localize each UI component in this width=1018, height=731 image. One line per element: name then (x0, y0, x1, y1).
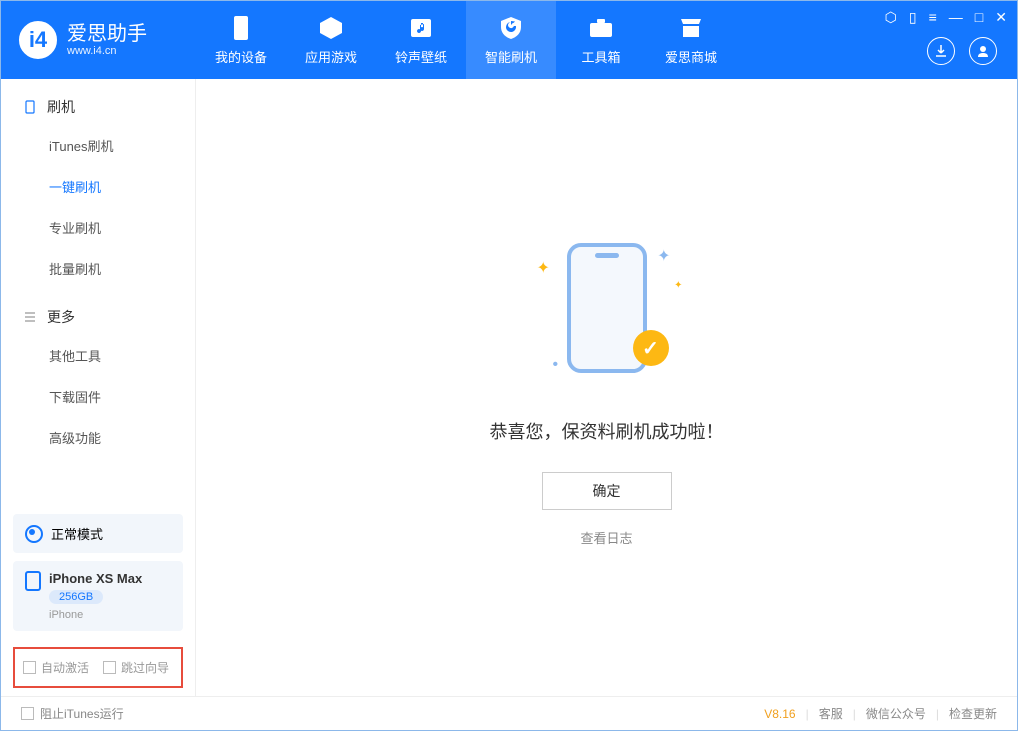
version-label: V8.16 (764, 707, 795, 721)
close-icon[interactable]: ✕ (995, 9, 1007, 26)
footer: 阻止iTunes运行 V8.16 | 客服 | 微信公众号 | 检查更新 (1, 696, 1017, 730)
main-content: ✦ ✦ • ✦ ✓ 恭喜您，保资料刷机成功啦！ 确定 查看日志 (196, 79, 1017, 696)
phone-icon (23, 100, 37, 114)
cube-icon (318, 15, 344, 41)
device-icon (228, 15, 254, 41)
shirt-icon[interactable]: ⬡ (885, 9, 897, 26)
nav-my-device[interactable]: 我的设备 (196, 1, 286, 79)
checkbox-icon (103, 661, 116, 674)
success-message: 恭喜您，保资料刷机成功啦！ (490, 418, 724, 444)
download-button[interactable] (927, 37, 955, 65)
nav-apps[interactable]: 应用游戏 (286, 1, 376, 79)
menu-icon[interactable]: ≡ (929, 9, 937, 26)
footer-link-wechat[interactable]: 微信公众号 (866, 705, 926, 722)
checkbox-block-itunes[interactable]: 阻止iTunes运行 (21, 705, 124, 722)
nav-label: 智能刷机 (485, 47, 537, 66)
device-name: iPhone XS Max (49, 571, 142, 586)
device-type: iPhone (49, 609, 142, 621)
nav-flash[interactable]: 智能刷机 (466, 1, 556, 79)
sidebar-header-more[interactable]: 更多 (1, 307, 195, 327)
user-icon (976, 44, 990, 58)
mode-label: 正常模式 (51, 524, 103, 543)
sidebar-item-other-tools[interactable]: 其他工具 (1, 335, 195, 376)
music-folder-icon (408, 15, 434, 41)
book-icon[interactable]: ▯ (909, 9, 917, 26)
logo-subtitle: www.i4.cn (67, 45, 147, 57)
logo-icon: i4 (19, 21, 57, 59)
mode-icon (25, 525, 43, 543)
header-right-buttons (927, 37, 997, 65)
device-capacity: 256GB (49, 590, 103, 604)
nav-label: 工具箱 (581, 47, 620, 66)
logo-area: i4 爱思助手 www.i4.cn (1, 21, 196, 59)
sidebar-item-pro-flash[interactable]: 专业刷机 (1, 207, 195, 248)
sparkle-icon: ✦ (537, 258, 550, 278)
footer-right: V8.16 | 客服 | 微信公众号 | 检查更新 (764, 705, 997, 722)
toolbox-icon (588, 15, 614, 41)
logo-text: 爱思助手 www.i4.cn (67, 23, 147, 57)
body-area: 刷机 iTunes刷机 一键刷机 专业刷机 批量刷机 更多 其他工具 下载固件 … (1, 79, 1017, 696)
sidebar-header-label: 更多 (47, 307, 75, 327)
checkbox-label: 自动激活 (41, 659, 89, 676)
nav-label: 爱思商城 (665, 47, 717, 66)
view-log-link[interactable]: 查看日志 (580, 528, 632, 547)
list-icon (23, 310, 37, 324)
sparkle-icon: • (553, 356, 559, 374)
checkbox-icon (23, 661, 36, 674)
maximize-icon[interactable]: □ (975, 9, 983, 26)
device-phone-icon (25, 571, 41, 591)
minimize-icon[interactable]: — (949, 9, 963, 26)
sidebar-section-more: 更多 其他工具 下载固件 高级功能 (1, 289, 195, 458)
nav-label: 铃声壁纸 (395, 47, 447, 66)
sidebar-item-itunes-flash[interactable]: iTunes刷机 (1, 125, 195, 166)
sidebar-item-download-fw[interactable]: 下载固件 (1, 376, 195, 417)
footer-link-update[interactable]: 检查更新 (949, 705, 997, 722)
sidebar: 刷机 iTunes刷机 一键刷机 专业刷机 批量刷机 更多 其他工具 下载固件 … (1, 79, 196, 696)
check-badge-icon: ✓ (633, 330, 669, 366)
app-header: i4 爱思助手 www.i4.cn 我的设备 应用游戏 铃声壁纸 智能刷机 工具… (1, 1, 1017, 79)
nav-label: 应用游戏 (305, 47, 357, 66)
sidebar-item-batch-flash[interactable]: 批量刷机 (1, 248, 195, 289)
user-button[interactable] (969, 37, 997, 65)
footer-link-support[interactable]: 客服 (819, 705, 843, 722)
download-icon (934, 44, 948, 58)
flash-options-row: 自动激活 跳过向导 (13, 647, 183, 688)
sidebar-header-label: 刷机 (47, 97, 75, 117)
sidebar-header-flash[interactable]: 刷机 (1, 97, 195, 117)
store-icon (678, 15, 704, 41)
checkbox-label: 跳过向导 (121, 659, 169, 676)
sidebar-item-advanced[interactable]: 高级功能 (1, 417, 195, 458)
checkbox-label: 阻止iTunes运行 (40, 705, 124, 722)
sparkle-icon: ✦ (657, 246, 670, 266)
nav-label: 我的设备 (215, 47, 267, 66)
ok-button[interactable]: 确定 (542, 472, 672, 510)
nav-ringtones[interactable]: 铃声壁纸 (376, 1, 466, 79)
sidebar-section-flash: 刷机 iTunes刷机 一键刷机 专业刷机 批量刷机 (1, 79, 195, 289)
nav-store[interactable]: 爱思商城 (646, 1, 736, 79)
checkbox-auto-activate[interactable]: 自动激活 (23, 659, 89, 676)
top-nav: 我的设备 应用游戏 铃声壁纸 智能刷机 工具箱 爱思商城 (196, 1, 736, 79)
logo-title: 爱思助手 (67, 23, 147, 45)
sidebar-item-oneclick-flash[interactable]: 一键刷机 (1, 166, 195, 207)
window-controls: ⬡ ▯ ≡ — □ ✕ (885, 9, 1007, 26)
checkbox-skip-guide[interactable]: 跳过向导 (103, 659, 169, 676)
success-illustration: ✦ ✦ • ✦ ✓ (527, 228, 687, 388)
device-info-box[interactable]: iPhone XS Max 256GB iPhone (13, 561, 183, 631)
shield-refresh-icon (498, 15, 524, 41)
device-mode-box[interactable]: 正常模式 (13, 514, 183, 553)
checkbox-icon (21, 707, 34, 720)
sparkle-icon: ✦ (674, 280, 682, 291)
nav-toolbox[interactable]: 工具箱 (556, 1, 646, 79)
